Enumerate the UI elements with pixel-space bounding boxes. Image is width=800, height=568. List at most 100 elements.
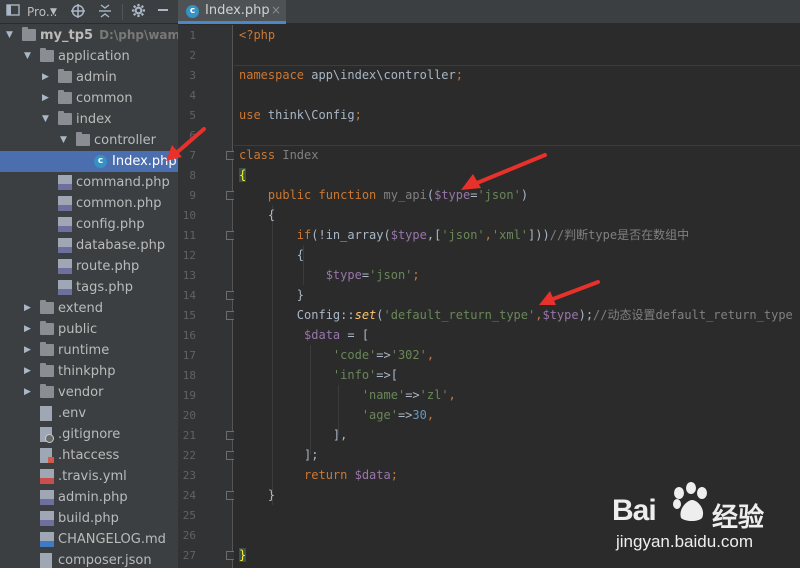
code-token: 'code' — [332, 348, 377, 362]
code-token: 'json' — [369, 268, 413, 282]
line-number: 25 — [182, 509, 196, 522]
collapse-arrow-icon[interactable]: ▶ — [24, 361, 34, 382]
line-number: 10 — [182, 209, 196, 222]
expand-arrow-icon[interactable]: ▼ — [60, 130, 70, 151]
tree-item[interactable]: tags.php — [0, 277, 178, 298]
text-file-icon — [40, 406, 52, 421]
htaccess-file-icon — [40, 448, 54, 463]
line-number: 2 — [189, 49, 196, 62]
code-token: , — [448, 388, 456, 402]
tree-item[interactable]: ▶ admin — [0, 67, 178, 88]
tree-item-label: admin — [76, 70, 117, 85]
code-line: $type='json'; — [239, 265, 420, 285]
tree-item[interactable]: composer.json — [0, 550, 178, 568]
close-icon[interactable]: × — [271, 3, 281, 17]
line-number: 16 — [182, 329, 196, 342]
code-token: $data — [354, 468, 391, 482]
tree-item[interactable]: ▶ extend — [0, 298, 178, 319]
php-file-icon — [58, 280, 72, 295]
code-token: Index — [282, 148, 319, 162]
tree-item-label: application — [58, 49, 130, 64]
tree-item[interactable]: .env — [0, 403, 178, 424]
tree-item[interactable]: ▶ vendor — [0, 382, 178, 403]
code-token: => — [376, 348, 391, 362]
folder-icon — [58, 90, 72, 104]
tree-item[interactable]: ▶ common — [0, 88, 178, 109]
code-token: //判断type是否在数组中 — [549, 228, 690, 242]
code-token: } — [239, 548, 247, 562]
tab-label: Index.php — [205, 3, 270, 18]
tree-item[interactable]: admin.php — [0, 487, 178, 508]
collapse-arrow-icon[interactable]: ▶ — [24, 319, 34, 340]
code-token: 'age' — [361, 408, 398, 422]
tree-item[interactable]: ▼ index — [0, 109, 178, 130]
tree-item[interactable]: CHANGELOG.md — [0, 529, 178, 550]
collapse-arrow-icon[interactable]: ▶ — [24, 298, 34, 319]
baidu-paw-icon — [673, 482, 707, 521]
tree-item-label: admin.php — [58, 490, 128, 505]
tree-item[interactable]: command.php — [0, 172, 178, 193]
line-number: 12 — [182, 249, 196, 262]
collapse-arrow-icon[interactable]: ▶ — [24, 340, 34, 361]
folder-icon — [40, 300, 54, 314]
tree-item[interactable]: .gitignore — [0, 424, 178, 445]
collapse-arrow-icon[interactable]: ▶ — [42, 67, 52, 88]
hide-panel-icon[interactable] — [157, 3, 169, 21]
code-token: ; — [412, 268, 420, 282]
code-token: = — [361, 268, 370, 282]
expand-arrow-icon[interactable]: ▼ — [42, 109, 52, 130]
tree-item[interactable]: .travis.yml — [0, 466, 178, 487]
scroll-from-source-icon[interactable] — [70, 3, 86, 21]
collapse-all-icon[interactable] — [98, 3, 112, 21]
tree-item[interactable]: ▶ runtime — [0, 340, 178, 361]
tree-item[interactable]: ▶ thinkphp — [0, 361, 178, 382]
annotation-arrow-icon — [461, 153, 547, 190]
tree-item-label: CHANGELOG.md — [58, 532, 166, 547]
project-toolbar: Pro... ▼ — [0, 0, 178, 24]
tree-item[interactable]: ▼ controller — [0, 130, 178, 151]
code-line: ]; — [239, 445, 318, 465]
expand-arrow-icon[interactable]: ▼ — [6, 25, 16, 46]
code-token: } — [239, 488, 276, 502]
code-token: , — [426, 408, 435, 422]
tree-item[interactable]: ▼ application — [0, 46, 178, 67]
tree-item-label: database.php — [76, 238, 166, 253]
project-view-icon[interactable] — [6, 3, 20, 21]
project-tree: ▼ my_tp5D:\php\wamp6 ▼ application ▶ admin ▶ co… — [0, 25, 178, 568]
code-line: { — [239, 245, 304, 265]
tree-item-label: index — [76, 112, 112, 127]
code-token: namespace — [239, 68, 312, 82]
code-token: class — [239, 148, 283, 162]
php-file-icon — [40, 490, 54, 505]
code-token: , — [426, 348, 435, 362]
tree-item[interactable]: build.php — [0, 508, 178, 529]
code-line: ], — [239, 425, 347, 445]
tree-item[interactable]: database.php — [0, 235, 178, 256]
folder-icon — [40, 48, 54, 62]
tab-index-php[interactable]: c Index.php × — [178, 0, 286, 24]
md-file-icon — [40, 532, 54, 547]
collapse-arrow-icon[interactable]: ▶ — [24, 382, 34, 403]
tree-item[interactable]: config.php — [0, 214, 178, 235]
expand-arrow-icon[interactable]: ▼ — [24, 46, 34, 67]
tree-item[interactable]: ▼ my_tp5D:\php\wamp6 — [0, 25, 178, 46]
code-line: { — [239, 205, 275, 225]
tree-item[interactable]: route.php — [0, 256, 178, 277]
tree-item[interactable]: ▶ public — [0, 319, 178, 340]
gear-icon[interactable] — [131, 3, 146, 21]
dropdown-arrow-icon[interactable]: ▼ — [50, 3, 57, 21]
folder-icon — [40, 342, 54, 356]
toolbar-divider — [122, 4, 123, 20]
tree-item-label: extend — [58, 301, 104, 316]
line-number: 24 — [182, 489, 196, 502]
tree-item[interactable]: c Index.php — [0, 151, 178, 172]
line-number: 5 — [189, 109, 196, 122]
code-token: Config:: — [239, 308, 355, 322]
php-file-icon — [58, 196, 72, 211]
code-line: return $data; — [239, 465, 398, 485]
tree-item[interactable]: .htaccess — [0, 445, 178, 466]
tree-item[interactable]: common.php — [0, 193, 178, 214]
code-line: namespace app\index\controller; — [239, 65, 463, 85]
collapse-arrow-icon[interactable]: ▶ — [42, 88, 52, 109]
